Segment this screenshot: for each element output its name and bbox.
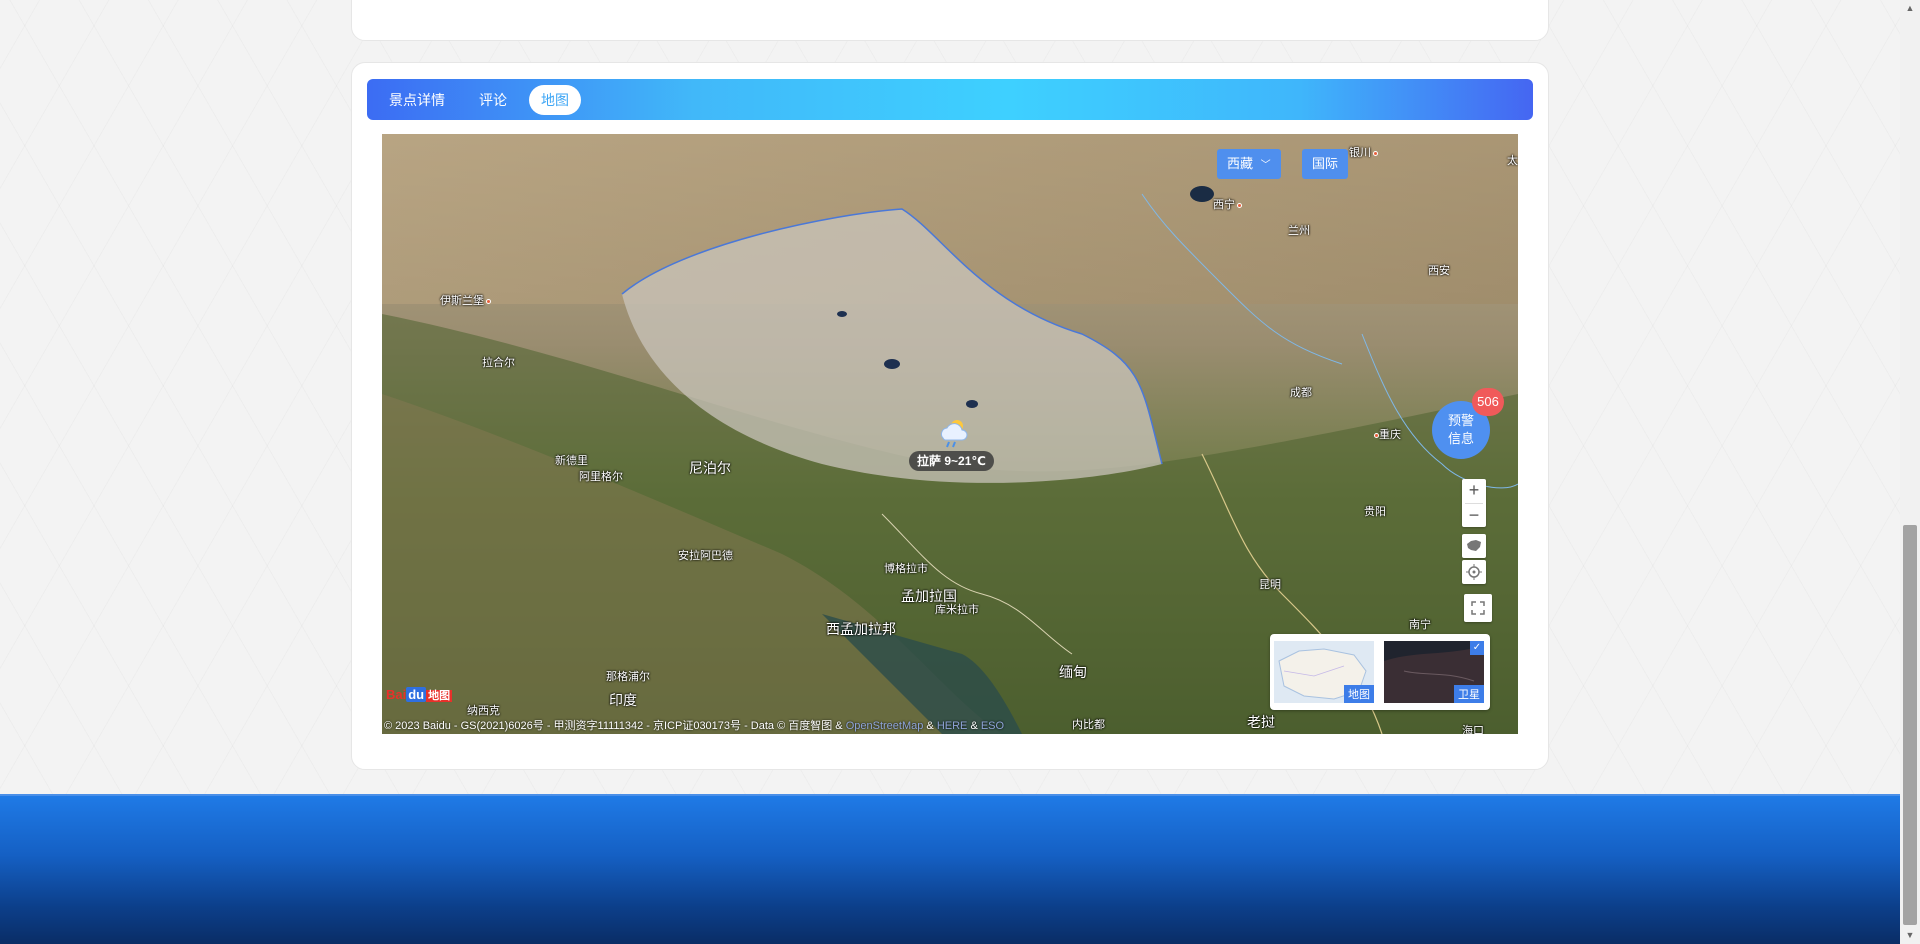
- map-label: 海口: [1462, 725, 1484, 734]
- map-label: 内比都: [1072, 719, 1105, 731]
- map-type-satellite[interactable]: ✓ 卫星: [1384, 641, 1484, 703]
- map-label: 西孟加拉邦: [826, 621, 896, 637]
- tab-attraction-details[interactable]: 景点详情: [377, 85, 457, 115]
- map-label: 缅甸: [1059, 664, 1087, 680]
- map-label: 兰州: [1288, 225, 1310, 237]
- map-label: 西安: [1428, 265, 1450, 277]
- scroll-up-icon[interactable]: ▲: [1900, 0, 1920, 17]
- cloud-rain-sun-icon[interactable]: [937, 416, 969, 448]
- international-button[interactable]: 国际: [1302, 149, 1349, 179]
- satellite-map[interactable]: 西藏 ﹀ 国际 银川 太 西宁 兰州 西安 伊斯兰堡 拉合尔 成都 重庆 新德里…: [382, 134, 1518, 734]
- map-type-normal[interactable]: 地图: [1274, 641, 1374, 703]
- previous-card: [351, 0, 1549, 41]
- locate-icon[interactable]: [1462, 560, 1486, 584]
- china-map-icon[interactable]: [1462, 534, 1486, 558]
- here-link[interactable]: HERE: [937, 720, 968, 732]
- check-icon: ✓: [1470, 641, 1484, 655]
- tab-comments[interactable]: 评论: [467, 85, 519, 115]
- map-card: 景点详情 评论 地图 西藏 ﹀ 国际 银川 太 西宁 兰州 西安 伊斯兰堡 拉合…: [351, 62, 1549, 770]
- map-label: 博格拉市: [884, 563, 928, 575]
- map-label: 南宁: [1409, 619, 1431, 631]
- page-scrollbar[interactable]: ▲ ▼: [1900, 0, 1920, 944]
- map-label: 太: [1507, 155, 1518, 167]
- map-label: 贵阳: [1364, 506, 1386, 518]
- map-label: 印度: [609, 692, 637, 708]
- map-label: 银川: [1349, 144, 1378, 160]
- map-label: 成都: [1290, 387, 1312, 399]
- map-type-switcher: 地图 ✓ 卫星: [1270, 634, 1490, 710]
- chevron-down-icon: ﹀: [1260, 160, 1271, 171]
- map-label: 西宁: [1213, 196, 1242, 212]
- tab-bar: 景点详情 评论 地图: [367, 79, 1533, 120]
- scroll-down-icon[interactable]: ▼: [1900, 927, 1920, 944]
- map-copyright: © 2023 Baidu - GS(2021)6026号 - 甲测资字11111…: [384, 720, 1005, 732]
- map-type-satellite-label: 卫星: [1454, 685, 1484, 703]
- map-label: 尼泊尔: [689, 460, 731, 476]
- map-label: 新德里: [555, 455, 588, 467]
- map-type-normal-label: 地图: [1344, 685, 1374, 703]
- openstreetmap-link[interactable]: OpenStreetMap: [846, 720, 924, 732]
- eso-link[interactable]: ESO: [981, 720, 1004, 732]
- map-label: 老挝: [1247, 714, 1275, 730]
- warning-count-badge: 506: [1472, 388, 1504, 416]
- map-label: 安拉阿巴德: [678, 550, 733, 562]
- tab-map[interactable]: 地图: [529, 84, 581, 115]
- map-label: 阿里格尔: [579, 471, 623, 483]
- weather-label[interactable]: 拉萨 9~21℃: [909, 451, 994, 471]
- zoom-out-button[interactable]: −: [1462, 504, 1486, 528]
- map-label: 纳西克: [467, 705, 500, 717]
- zoom-in-button[interactable]: +: [1462, 479, 1486, 503]
- map-label: 昆明: [1259, 579, 1281, 591]
- page-footer: [0, 794, 1900, 944]
- map-label: 伊斯兰堡: [440, 292, 491, 308]
- map-label: 拉合尔: [482, 357, 515, 369]
- fullscreen-icon[interactable]: [1464, 594, 1492, 622]
- baidu-logo: Bai du 地图: [386, 687, 453, 702]
- zoom-control: + −: [1462, 479, 1486, 527]
- map-label: 重庆: [1372, 426, 1401, 442]
- map-label: 那格浦尔: [606, 671, 650, 683]
- map-label: 库米拉市: [935, 604, 979, 616]
- scroll-thumb[interactable]: [1903, 525, 1917, 925]
- region-select[interactable]: 西藏 ﹀: [1217, 149, 1281, 179]
